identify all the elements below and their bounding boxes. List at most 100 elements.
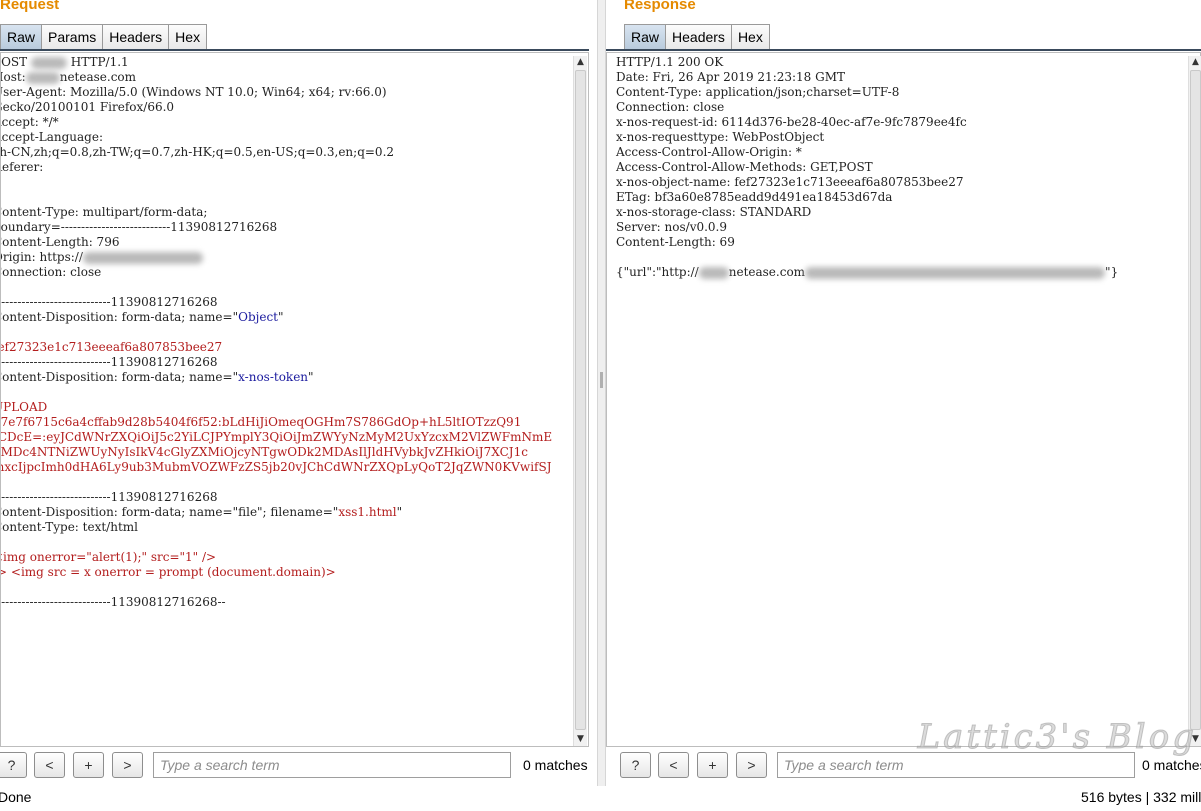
add-button[interactable]: + <box>697 752 728 778</box>
request-tabs: Raw Params Headers Hex <box>0 24 208 50</box>
request-tab-params[interactable]: Params <box>41 24 104 49</box>
code-line: /> <img src = x onerror = prompt (docume… <box>1 565 552 580</box>
code-text: x-nos-storage-class: STANDARD <box>616 205 812 219</box>
code-line: -----------------------------11390812716… <box>0 490 552 505</box>
code-line: x-nos-requesttype: WebPostObject <box>616 130 1118 145</box>
scroll-down-icon[interactable]: ▼ <box>576 735 585 744</box>
code-line: Accept-Language: <box>1 130 552 145</box>
code-text: HTTP/1.1 200 OK <box>616 55 724 69</box>
code-text: tCDcE=:eyJCdWNrZXQiOiJ5c2YiLCJPYmplY3QiO… <box>0 430 553 444</box>
code-line: Origin: https:// <box>1 250 552 265</box>
code-line: Content-Type: application/json;charset=U… <box>616 85 1118 100</box>
splitter-grip-icon[interactable] <box>600 372 603 388</box>
code-line: Server: nos/v0.0.9 <box>616 220 1118 235</box>
next-match-button[interactable]: > <box>112 752 143 778</box>
redacted-text <box>805 266 1106 279</box>
code-text: Host: <box>1 70 26 84</box>
code-text: xss1.html <box>338 505 397 519</box>
code-line: 4MDc4NTNiZWUyNyIsIkV4cGlyZXMiOjcyNTgwODk… <box>1 445 552 460</box>
response-pane: Response Raw Headers Hex HTTP/1.1 200 OK… <box>606 0 1201 811</box>
code-text: -----------------------------11390812716… <box>0 490 218 504</box>
code-line: Content-Type: text/html <box>0 520 552 535</box>
request-tab-underline <box>0 49 589 51</box>
code-text: Gecko/20100101 Firefox/66.0 <box>0 100 175 114</box>
code-text: Connection: close <box>616 100 725 114</box>
redacted-text <box>82 251 203 264</box>
response-tabs: Raw Headers Hex <box>624 24 770 50</box>
code-line: 67e7f6715c6a4cffab9d28b5404f6f52:bLdHiJi… <box>1 415 552 430</box>
code-text: Content-Type: application/json;charset=U… <box>616 85 900 99</box>
code-line: User-Agent: Mozilla/5.0 (Windows NT 10.0… <box>1 85 552 100</box>
pane-splitter[interactable] <box>597 0 606 811</box>
code-line: Gecko/20100101 Firefox/66.0 <box>0 100 552 115</box>
response-title: Response <box>624 0 696 13</box>
code-line: Content-Disposition: form-data; name="Ob… <box>1 310 552 325</box>
request-tab-headers[interactable]: Headers <box>102 24 170 49</box>
code-text: Content-Disposition: form-data; name="fi… <box>0 505 339 519</box>
previous-match-button[interactable]: < <box>658 752 689 778</box>
next-match-button[interactable]: > <box>736 752 767 778</box>
code-line: Host: netease.com <box>1 70 552 85</box>
code-text: Content-Length: 69 <box>616 235 735 249</box>
code-text: x-nos-request-id: 6114d376-be28-40ec-af7… <box>616 115 967 129</box>
response-editor[interactable]: HTTP/1.1 200 OK Date: Fri, 26 Apr 2019 21… <box>606 52 1201 747</box>
response-tab-headers[interactable]: Headers <box>665 24 732 49</box>
previous-match-button[interactable]: < <box>34 752 65 778</box>
code-line: Content-Type: multipart/form-data; <box>1 205 552 220</box>
response-search-bar: ? < + > 0 matches <box>606 751 1201 781</box>
request-title: Request <box>0 0 60 13</box>
response-search-input[interactable] <box>777 752 1135 778</box>
code-line: Content-Length: 69 <box>616 235 1118 250</box>
code-text: fef27323e1c713eeeaf6a807853bee27 <box>0 340 223 354</box>
code-text: Content-Type: text/html <box>0 520 138 534</box>
code-line: x-nos-storage-class: STANDARD <box>616 205 1118 220</box>
code-line: -----------------------------11390812716… <box>1 355 552 370</box>
code-text: " <box>278 310 284 324</box>
code-line: UPLOAD <box>1 400 552 415</box>
code-text: Content-Length: 796 <box>0 235 120 249</box>
help-button[interactable]: ? <box>0 752 27 778</box>
request-raw-text: POST HTTP/1.1Host:netease.comUser-Agent:… <box>0 55 553 610</box>
code-text: Accept: */* <box>1 115 59 129</box>
code-text: Access-Control-Allow-Origin: * <box>616 145 802 159</box>
response-tab-raw[interactable]: Raw <box>624 24 667 50</box>
code-text: {"url":"http:// <box>616 265 699 279</box>
redacted-text <box>698 266 729 279</box>
code-text: " <box>396 505 403 519</box>
response-tab-underline <box>606 49 1201 51</box>
request-pane: Request Raw Params Headers Hex POST HTTP… <box>0 0 597 811</box>
code-line: ETag: bf3a60e8785eadd9d491ea18453d67da <box>616 190 1118 205</box>
request-search-input[interactable] <box>153 752 511 778</box>
code-line: POST HTTP/1.1 <box>1 55 552 70</box>
request-scrollbar[interactable]: ▲ ▼ <box>573 56 587 746</box>
code-line: Accept: */* <box>1 115 552 130</box>
scroll-thumb[interactable] <box>1190 70 1201 730</box>
add-button[interactable]: + <box>73 752 104 778</box>
code-text: mxcIjpcImh0dHA6Ly9ub3MubmVOZWFzZS5jb20vJ… <box>0 460 552 474</box>
code-line: Date: Fri, 26 Apr 2019 21:23:18 GMT <box>616 70 1118 85</box>
code-text: POST <box>1 55 28 69</box>
response-scrollbar[interactable]: ▲ ▼ <box>1188 56 1201 746</box>
scroll-up-icon[interactable]: ▲ <box>576 58 585 67</box>
code-text: -----------------------------11390812716… <box>0 595 226 609</box>
scroll-thumb[interactable] <box>575 70 586 730</box>
code-line: Referer: <box>1 160 552 175</box>
request-tab-hex[interactable]: Hex <box>168 24 208 49</box>
code-text: -----------------------------11390812716… <box>0 295 218 309</box>
scroll-up-icon[interactable]: ▲ <box>1191 58 1200 67</box>
help-button[interactable]: ? <box>620 752 651 778</box>
response-tab-hex[interactable]: Hex <box>730 24 770 49</box>
request-editor[interactable]: POST HTTP/1.1Host:netease.comUser-Agent:… <box>0 52 589 747</box>
code-line: Content-Disposition: form-data; name="x-… <box>1 370 552 385</box>
status-text: Done <box>0 789 32 805</box>
code-line: fef27323e1c713eeeaf6a807853bee27 <box>0 340 552 355</box>
code-line: Content-Disposition: form-data; name="fi… <box>0 505 552 520</box>
code-line: Connection: close <box>616 100 1118 115</box>
request-tab-raw[interactable]: Raw <box>0 24 43 50</box>
